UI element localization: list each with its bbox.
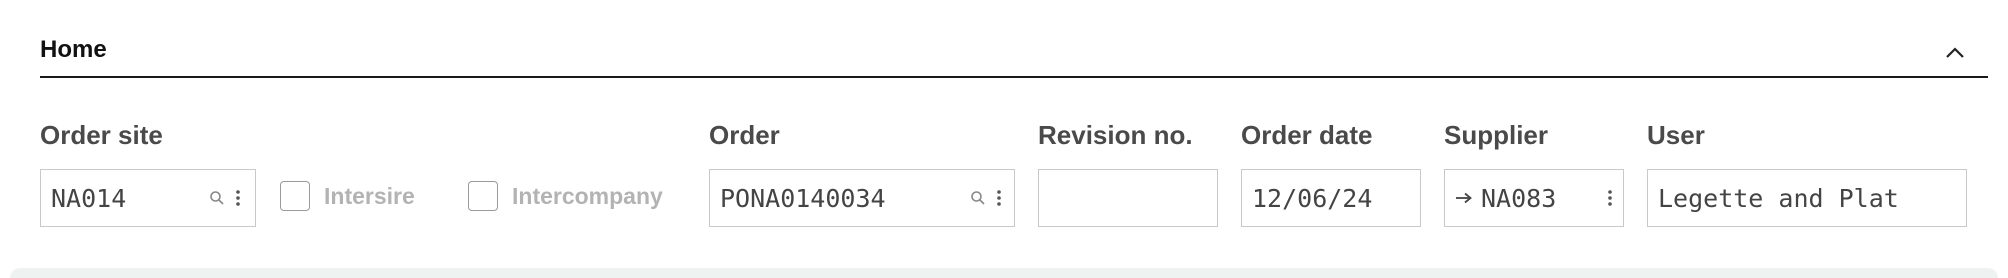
revision-label: Revision no. — [1038, 120, 1193, 150]
revision-field[interactable] — [1038, 169, 1218, 227]
revision-input[interactable] — [1039, 170, 1217, 226]
more-vertical-icon — [236, 190, 240, 206]
order-lookup-button[interactable] — [970, 170, 986, 226]
arrow-right-icon — [1456, 192, 1472, 204]
supplier-field[interactable]: NA083 — [1444, 169, 1624, 227]
order-date-value: 12/06/24 — [1252, 183, 1373, 213]
order-site-value: NA014 — [51, 183, 127, 213]
section-header: Home — [40, 30, 1988, 78]
search-icon — [971, 191, 985, 205]
next-section-edge — [10, 268, 1998, 278]
order-site-label: Order site — [40, 120, 163, 150]
order-date-label: Order date — [1241, 120, 1373, 150]
order-options-button[interactable] — [996, 170, 1002, 226]
intercompany-label: Intercompany — [512, 182, 663, 209]
order-value: PONA0140034 — [720, 183, 886, 213]
order-site-options-button[interactable] — [235, 170, 241, 226]
collapse-button[interactable] — [1940, 38, 1970, 68]
more-vertical-icon — [997, 190, 1001, 206]
more-vertical-icon — [1608, 190, 1612, 206]
intercompany-checkbox[interactable] — [468, 181, 498, 211]
user-field[interactable]: Legette and Plat — [1647, 169, 1967, 227]
supplier-options-button[interactable] — [1607, 170, 1613, 226]
intersite-option: Intersire — [280, 176, 415, 216]
order-field[interactable]: PONA0140034 — [709, 169, 1015, 227]
order-date-field[interactable]: 12/06/24 — [1241, 169, 1421, 227]
user-value: Legette and Plat — [1658, 183, 1899, 213]
order-site-field[interactable]: NA014 — [40, 169, 256, 227]
supplier-link-button[interactable] — [1455, 170, 1473, 226]
intersite-checkbox[interactable] — [280, 181, 310, 211]
order-label: Order — [709, 120, 780, 150]
search-icon — [210, 191, 224, 205]
intercompany-option: Intercompany — [468, 176, 663, 216]
intersite-label: Intersire — [324, 182, 415, 209]
user-label: User — [1647, 120, 1705, 150]
supplier-label: Supplier — [1444, 120, 1549, 150]
section-title: Home — [40, 36, 107, 63]
chevron-up-icon — [1946, 47, 1964, 58]
order-site-lookup-button[interactable] — [209, 170, 225, 226]
